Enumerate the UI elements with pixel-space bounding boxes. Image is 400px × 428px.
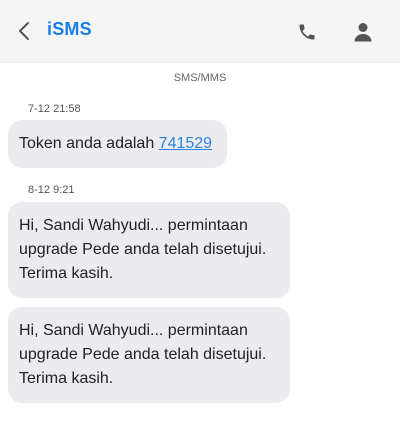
- token-link[interactable]: 741529: [159, 135, 212, 152]
- person-icon: [354, 23, 372, 42]
- message-bubble[interactable]: Hi, Sandi Wahyudi... permintaan upgrade …: [8, 307, 290, 403]
- message-timestamp: 8-12 9:21: [28, 184, 75, 196]
- chevron-left-icon: [19, 22, 29, 40]
- message-bubble[interactable]: Token anda adalah 741529: [8, 120, 227, 168]
- conversation-title: iSMS: [47, 19, 92, 39]
- back-button[interactable]: [10, 17, 38, 45]
- message-line: upgrade Pede anda telah disetujui.: [19, 241, 267, 258]
- message-line: Terima kasih.: [19, 265, 114, 282]
- message-timestamp: 7-12 21:58: [28, 103, 81, 115]
- message-line: Hi, Sandi Wahyudi... permintaan: [19, 217, 248, 234]
- message-bubble[interactable]: Hi, Sandi Wahyudi... permintaan upgrade …: [8, 202, 290, 298]
- top-bar: iSMS: [0, 0, 400, 63]
- call-button[interactable]: [294, 19, 320, 45]
- phone-icon: [299, 24, 315, 40]
- channel-label: SMS/MMS: [173, 72, 227, 84]
- contact-button[interactable]: [350, 19, 376, 45]
- message-line: Terima kasih.: [19, 370, 114, 387]
- message-text-prefix: Token anda adalah: [19, 135, 159, 152]
- message-text: Token anda adalah 741529: [19, 132, 227, 156]
- message-line: Hi, Sandi Wahyudi... permintaan: [19, 322, 248, 339]
- message-line: upgrade Pede anda telah disetujui.: [19, 346, 267, 363]
- sms-thread-screen: iSMS SMS/MMS 7-12 21:58 Token anda adala…: [0, 0, 400, 428]
